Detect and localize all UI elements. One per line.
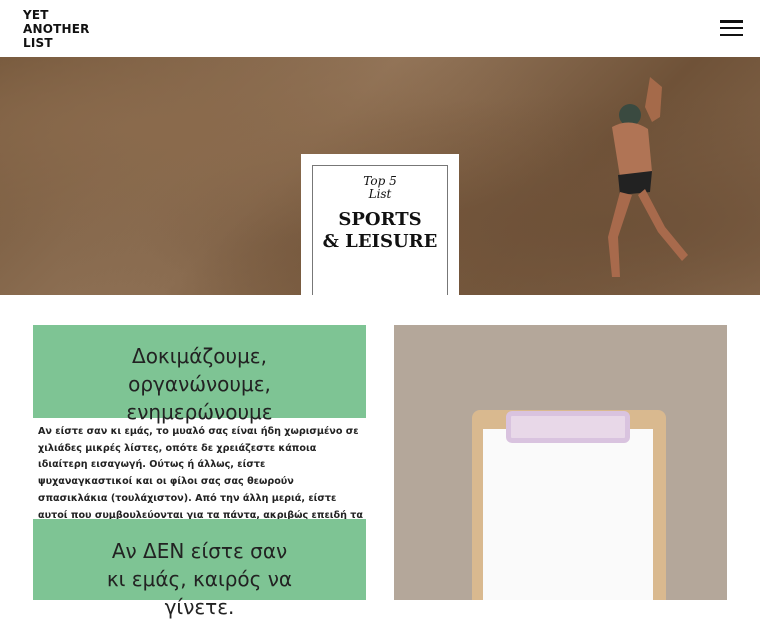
logo-line: LIST (23, 36, 53, 50)
card-title: SPORTS & LEISURE (322, 209, 438, 252)
slider-dot[interactable] (347, 280, 354, 287)
slider-dot[interactable] (371, 280, 378, 287)
clipboard-image (394, 325, 727, 600)
slider-dot[interactable] (419, 280, 426, 287)
header: YET ANOTHER LIST (0, 0, 760, 57)
slider-dot[interactable] (407, 280, 414, 287)
section-heading: Δοκιμάζουμε, οργανώνουμε, ενημερώνουμε (126, 344, 273, 424)
slider-dot[interactable] (383, 280, 390, 287)
hero-slider: Top 5 List SPORTS & LEISURE (0, 57, 760, 295)
section-heading-box: Αν ΔΕΝ είστε σαν κι εμάς, καιρός να γίνε… (33, 519, 366, 619)
section-heading-box: Δοκιμάζουμε, οργανώνουμε, ενημερώνουμε (33, 325, 366, 424)
hero-card[interactable]: Top 5 List SPORTS & LEISURE (301, 154, 459, 295)
slider-dots (335, 280, 426, 287)
slider-dot[interactable] (395, 280, 402, 287)
slider-dot[interactable] (335, 280, 342, 287)
logo-line: ANOTHER (23, 22, 90, 36)
climber-image (608, 77, 688, 277)
card-subtitle: Top 5 List (363, 174, 397, 201)
hamburger-icon[interactable] (720, 20, 743, 37)
logo[interactable]: YET ANOTHER LIST (23, 8, 90, 50)
slider-dot[interactable] (359, 280, 366, 287)
logo-line: YET (23, 8, 49, 22)
section-heading: Αν ΔΕΝ είστε σαν κι εμάς, καιρός να γίνε… (106, 539, 293, 619)
